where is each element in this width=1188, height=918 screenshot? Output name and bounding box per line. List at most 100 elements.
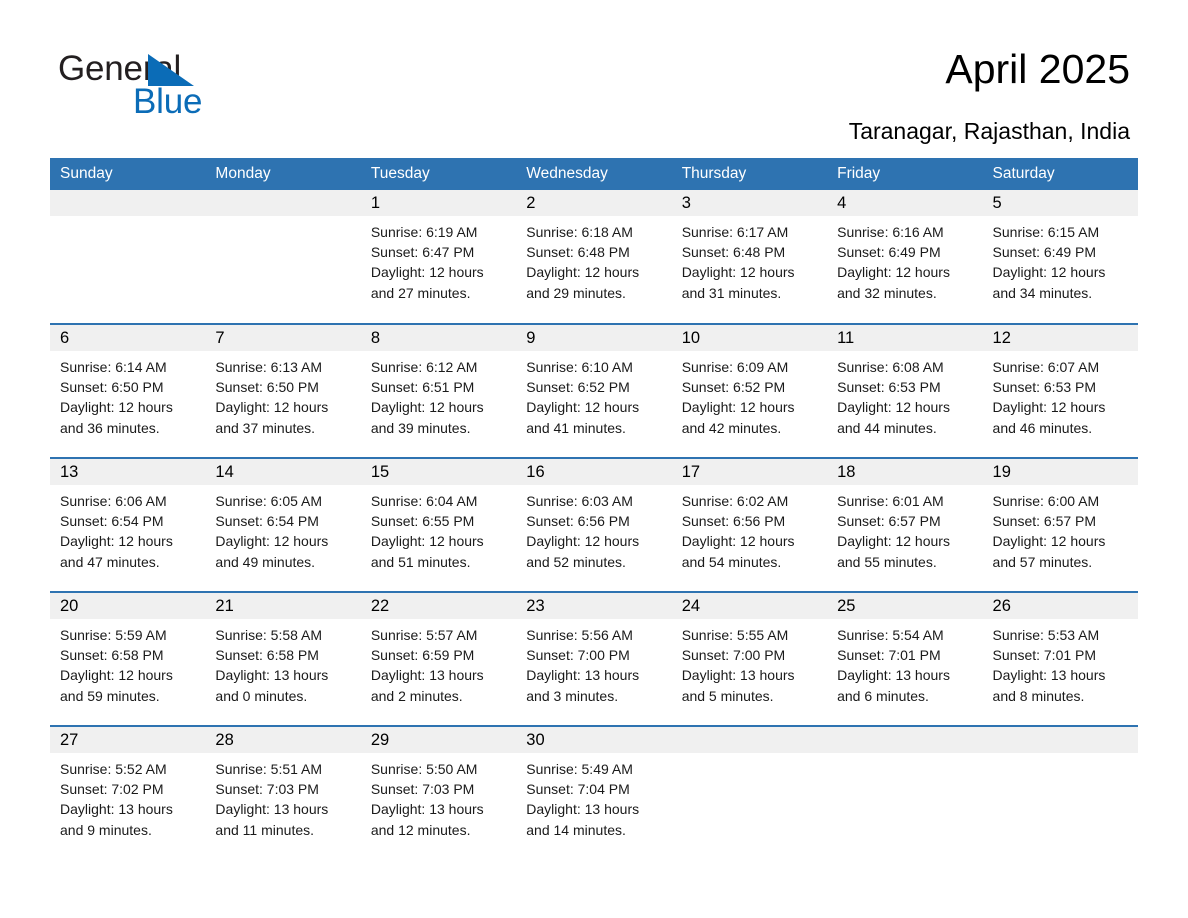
sunrise-text: Sunrise: 6:14 AM <box>60 359 167 375</box>
calendar-day-cell[interactable]: 6 Sunrise: 6:14 AM Sunset: 6:50 PM Dayli… <box>50 323 206 458</box>
calendar-day-cell[interactable]: 15 Sunrise: 6:04 AM Sunset: 6:55 PM Dayl… <box>360 457 517 592</box>
weekday-header-wednesday: Wednesday <box>516 158 672 190</box>
day-number <box>827 727 983 753</box>
calendar-day-cell[interactable]: 4 Sunrise: 6:16 AM Sunset: 6:49 PM Dayli… <box>827 190 983 324</box>
day-number: 18 <box>827 459 983 485</box>
calendar-day-cell <box>50 190 206 324</box>
daylight-text-line2: and 51 minutes. <box>370 553 471 570</box>
calendar-day-cell[interactable]: 2 Sunrise: 6:18 AM Sunset: 6:48 PM Dayli… <box>516 190 672 324</box>
day-details: Sunrise: 5:54 AM Sunset: 7:01 PM Dayligh… <box>827 619 982 706</box>
day-number: 25 <box>827 593 983 619</box>
calendar-day-cell[interactable]: 22 Sunrise: 5:57 AM Sunset: 6:59 PM Dayl… <box>360 591 517 726</box>
sunset-text: Sunset: 6:53 PM <box>837 379 941 396</box>
sunset-text: Sunset: 7:02 PM <box>60 781 164 798</box>
daylight-text-line1: Daylight: 13 hours <box>526 801 640 818</box>
daylight-text-line1: Daylight: 12 hours <box>60 399 173 416</box>
calendar-day-cell[interactable]: 27 Sunrise: 5:52 AM Sunset: 7:02 PM Dayl… <box>50 725 206 860</box>
sunset-text: Sunset: 6:49 PM <box>992 244 1097 261</box>
daylight-text-line2: and 37 minutes. <box>215 419 316 436</box>
day-number: 22 <box>360 593 517 619</box>
daylight-text-line2: and 41 minutes. <box>526 419 626 436</box>
calendar-day-cell[interactable]: 19 Sunrise: 6:00 AM Sunset: 6:57 PM Dayl… <box>982 457 1138 592</box>
daylight-text-line1: Daylight: 13 hours <box>60 801 173 818</box>
calendar-day-cell[interactable]: 8 Sunrise: 6:12 AM Sunset: 6:51 PM Dayli… <box>360 323 517 458</box>
calendar-day-cell[interactable]: 12 Sunrise: 6:07 AM Sunset: 6:53 PM Dayl… <box>982 323 1138 458</box>
sunset-text: Sunset: 7:03 PM <box>215 781 319 798</box>
calendar-day-cell[interactable]: 26 Sunrise: 5:53 AM Sunset: 7:01 PM Dayl… <box>982 591 1138 726</box>
calendar-day-cell[interactable]: 21 Sunrise: 5:58 AM Sunset: 6:58 PM Dayl… <box>205 591 361 726</box>
calendar-day-cell[interactable]: 11 Sunrise: 6:08 AM Sunset: 6:53 PM Dayl… <box>827 323 983 458</box>
sunrise-text: Sunrise: 6:17 AM <box>681 224 789 240</box>
sunset-text: Sunset: 7:03 PM <box>370 781 475 798</box>
sunrise-text: Sunrise: 6:08 AM <box>837 359 944 375</box>
sunset-text: Sunset: 6:57 PM <box>837 513 941 530</box>
calendar-day-cell[interactable]: 30 Sunrise: 5:49 AM Sunset: 7:04 PM Dayl… <box>516 725 672 860</box>
sunset-text: Sunset: 6:48 PM <box>681 244 786 261</box>
daylight-text-line2: and 59 minutes. <box>60 687 160 704</box>
calendar-day-cell[interactable]: 5 Sunrise: 6:15 AM Sunset: 6:49 PM Dayli… <box>982 190 1138 324</box>
calendar-day-cell[interactable]: 20 Sunrise: 5:59 AM Sunset: 6:58 PM Dayl… <box>50 591 206 726</box>
calendar-day-cell <box>671 725 828 860</box>
day-number <box>205 190 361 216</box>
calendar-day-cell <box>982 725 1138 860</box>
daylight-text-line1: Daylight: 12 hours <box>370 399 484 416</box>
sunrise-text: Sunrise: 5:55 AM <box>681 627 789 643</box>
daylight-text-line1: Daylight: 13 hours <box>837 667 950 684</box>
calendar-day-cell[interactable]: 28 Sunrise: 5:51 AM Sunset: 7:03 PM Dayl… <box>205 725 361 860</box>
calendar-day-cell[interactable]: 10 Sunrise: 6:09 AM Sunset: 6:52 PM Dayl… <box>671 323 828 458</box>
calendar-day-cell[interactable]: 17 Sunrise: 6:02 AM Sunset: 6:56 PM Dayl… <box>671 457 828 592</box>
day-details: Sunrise: 6:09 AM Sunset: 6:52 PM Dayligh… <box>672 351 827 438</box>
daylight-text-line2: and 49 minutes. <box>215 553 316 570</box>
page-subtitle-location: Taranagar, Rajasthan, India <box>848 118 1130 144</box>
daylight-text-line2: and 34 minutes. <box>992 284 1093 301</box>
day-number: 4 <box>827 190 983 216</box>
sunset-text: Sunset: 6:58 PM <box>60 647 164 664</box>
sunrise-text: Sunrise: 6:06 AM <box>60 493 167 509</box>
calendar-day-cell[interactable]: 9 Sunrise: 6:10 AM Sunset: 6:52 PM Dayli… <box>516 323 672 458</box>
logo-word-blue: Blue <box>133 82 203 121</box>
calendar-day-cell[interactable]: 18 Sunrise: 6:01 AM Sunset: 6:57 PM Dayl… <box>827 457 983 592</box>
sunset-text: Sunset: 7:01 PM <box>992 647 1097 664</box>
daylight-text-line2: and 14 minutes. <box>526 821 626 838</box>
daylight-text-line1: Daylight: 13 hours <box>681 667 795 684</box>
day-number: 3 <box>671 190 828 216</box>
day-number: 30 <box>516 727 672 753</box>
day-number: 13 <box>50 459 206 485</box>
sunrise-text: Sunrise: 6:02 AM <box>681 493 789 509</box>
calendar-day-cell[interactable]: 1 Sunrise: 6:19 AM Sunset: 6:47 PM Dayli… <box>360 190 517 324</box>
daylight-text-line1: Daylight: 12 hours <box>370 264 484 281</box>
calendar-day-cell[interactable]: 14 Sunrise: 6:05 AM Sunset: 6:54 PM Dayl… <box>205 457 361 592</box>
day-details: Sunrise: 5:59 AM Sunset: 6:58 PM Dayligh… <box>50 619 205 706</box>
calendar-day-cell[interactable]: 7 Sunrise: 6:13 AM Sunset: 6:50 PM Dayli… <box>205 323 361 458</box>
daylight-text-line1: Daylight: 12 hours <box>526 399 640 416</box>
day-number: 19 <box>982 459 1138 485</box>
day-details: Sunrise: 6:14 AM Sunset: 6:50 PM Dayligh… <box>50 351 205 438</box>
daylight-text-line1: Daylight: 12 hours <box>215 399 329 416</box>
day-number: 5 <box>982 190 1138 216</box>
daylight-text-line2: and 27 minutes. <box>370 284 471 301</box>
weekday-header-thursday: Thursday <box>671 158 828 190</box>
daylight-text-line1: Daylight: 13 hours <box>992 667 1106 684</box>
calendar-day-cell[interactable]: 16 Sunrise: 6:03 AM Sunset: 6:56 PM Dayl… <box>516 457 672 592</box>
general-blue-logo[interactable]: General Blue <box>58 50 288 125</box>
calendar-day-cell[interactable]: 3 Sunrise: 6:17 AM Sunset: 6:48 PM Dayli… <box>671 190 828 324</box>
calendar-day-cell[interactable]: 29 Sunrise: 5:50 AM Sunset: 7:03 PM Dayl… <box>360 725 517 860</box>
sunset-text: Sunset: 6:54 PM <box>60 513 164 530</box>
sunrise-text: Sunrise: 5:49 AM <box>526 761 633 777</box>
daylight-text-line2: and 31 minutes. <box>681 284 782 301</box>
daylight-text-line2: and 57 minutes. <box>992 553 1093 570</box>
calendar-header-row: Sunday Monday Tuesday Wednesday Thursday… <box>50 158 1138 190</box>
daylight-text-line2: and 46 minutes. <box>992 419 1093 436</box>
day-details: Sunrise: 5:55 AM Sunset: 7:00 PM Dayligh… <box>672 619 827 706</box>
daylight-text-line1: Daylight: 12 hours <box>370 533 484 550</box>
daylight-text-line2: and 42 minutes. <box>681 419 782 436</box>
day-number: 26 <box>982 593 1138 619</box>
calendar-day-cell[interactable]: 24 Sunrise: 5:55 AM Sunset: 7:00 PM Dayl… <box>671 591 828 726</box>
day-details: Sunrise: 5:51 AM Sunset: 7:03 PM Dayligh… <box>205 753 360 840</box>
calendar-day-cell[interactable]: 25 Sunrise: 5:54 AM Sunset: 7:01 PM Dayl… <box>827 591 983 726</box>
sunrise-text: Sunrise: 5:52 AM <box>60 761 167 777</box>
daylight-text-line2: and 12 minutes. <box>370 821 471 838</box>
calendar-day-cell <box>205 190 361 324</box>
calendar-day-cell[interactable]: 23 Sunrise: 5:56 AM Sunset: 7:00 PM Dayl… <box>516 591 672 726</box>
calendar-day-cell[interactable]: 13 Sunrise: 6:06 AM Sunset: 6:54 PM Dayl… <box>50 457 206 592</box>
